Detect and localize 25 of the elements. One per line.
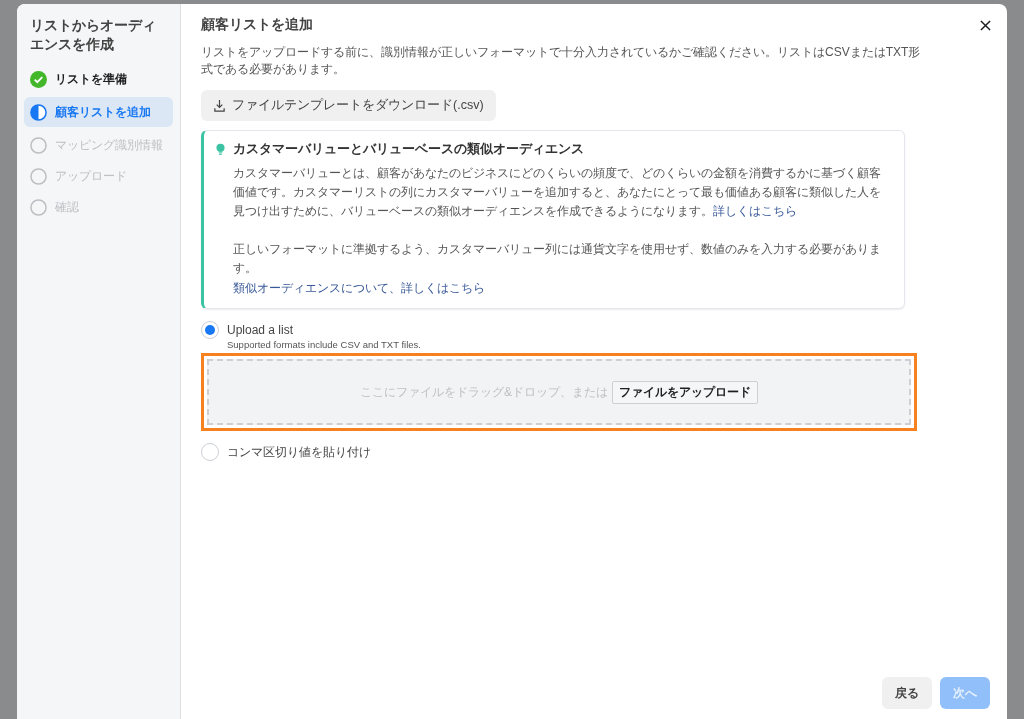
- empty-circle-icon: [30, 198, 47, 216]
- sidebar-title: リストからオーディエンスを作成: [29, 16, 157, 54]
- option-label: コンマ区切り値を貼り付け: [227, 444, 371, 461]
- intro-text: リストをアップロードする前に、識別情報が正しいフォーマットで十分入力されているかご確認ください。リストはCSVまたはTXT形式である必要があります。: [201, 44, 921, 78]
- check-circle-icon: [30, 70, 47, 88]
- empty-circle-icon: [30, 136, 47, 154]
- empty-circle-icon: [30, 167, 47, 185]
- download-icon: [213, 99, 226, 112]
- back-button[interactable]: 戻る: [882, 677, 932, 709]
- dialog-title: 顧客リストを追加: [201, 16, 313, 34]
- tip-paragraph: カスタマーバリューとは、顧客があなたのビジネスにどのくらいの頻度で、どのくらいの金額を消費するかに基づく顧客価値です。カスタマーリストの列にカスタマーバリューを追加すると、あなたにとって最も価値ある顧客に類似した人を見つけ出すために、バリューベースの類似オーディエンスを作成できるようになります。詳しくはこちら: [233, 165, 882, 220]
- option-label: Upload a list: [227, 322, 295, 339]
- radio-button[interactable]: [201, 321, 219, 339]
- download-template-button[interactable]: ファイルテンプレートをダウンロード(.csv): [201, 90, 496, 121]
- tip-title: カスタマーバリューとバリューベースの類似オーディエンス: [233, 141, 584, 158]
- lookalike-learn-more-link[interactable]: 類似オーディエンスについて、詳しくはこちら: [233, 279, 485, 298]
- radio-button[interactable]: [201, 443, 219, 461]
- upload-file-button[interactable]: ファイルをアップロード: [612, 380, 758, 404]
- step-item[interactable]: リストを準備: [24, 66, 173, 92]
- lightbulb-icon: [216, 143, 225, 156]
- learn-more-link[interactable]: 詳しくはこちら: [713, 204, 797, 218]
- half-circle-icon: [30, 103, 47, 121]
- tip-paragraph: 正しいフォーマットに準拠するよう、カスタマーバリュー列には通貨文字を使用せず、数値のみを入力する必要があります。: [233, 241, 882, 277]
- close-icon[interactable]: [980, 19, 991, 31]
- option-hint: Supported formats include CSV and TXT files.: [227, 339, 421, 350]
